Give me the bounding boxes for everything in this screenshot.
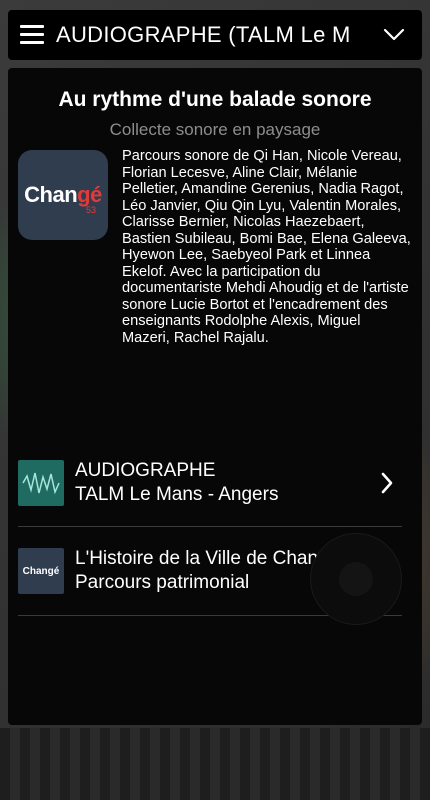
top-bar: AUDIOGRAPHE (TALM Le M (8, 10, 422, 60)
chevron-down-icon (383, 28, 405, 41)
audio-visualizer-strip (0, 728, 430, 800)
waveform-icon (22, 472, 60, 495)
change-logo-number: 53 (85, 205, 96, 215)
info-section: Changé 53 Parcours sonore de Qi Han, Nic… (8, 148, 422, 346)
card-subtitle: Collecte sonore en paysage (109, 120, 321, 139)
audiographe-thumbnail (18, 460, 64, 506)
app-title: AUDIOGRAPHE (TALM Le M (56, 22, 351, 47)
list-item-audiographe[interactable]: AUDIOGRAPHE TALM Le Mans - Angers (18, 440, 402, 527)
info-card: Au rythme d'une balade sonore Collecte s… (8, 68, 422, 725)
list-item-text: AUDIOGRAPHE TALM Le Mans - Angers (75, 459, 372, 507)
joystick-knob[interactable] (339, 562, 373, 596)
change-thumbnail: Changé (18, 548, 64, 594)
card-title: Au rythme d'une balade sonore (58, 88, 372, 111)
hamburger-icon (20, 25, 44, 45)
list-item-title: AUDIOGRAPHE (75, 460, 216, 481)
change-logo: Changé 53 (18, 150, 108, 240)
dropdown-button[interactable] (366, 10, 422, 60)
chevron-right-icon (372, 468, 402, 498)
map-joystick-control[interactable] (310, 533, 402, 625)
description-text: Parcours sonore de Qi Han, Nicole Vereau… (122, 148, 411, 346)
menu-button[interactable] (8, 10, 56, 60)
list-item-subtitle: TALM Le Mans - Angers (75, 484, 279, 505)
